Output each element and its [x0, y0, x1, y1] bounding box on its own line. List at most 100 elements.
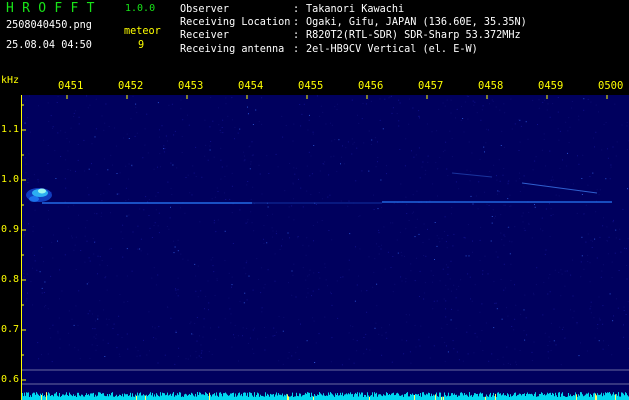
noise-speck: [520, 125, 522, 127]
noise-floor-bar: [627, 395, 628, 400]
noise-floor-bar: [374, 392, 375, 400]
noise-speck: [91, 163, 92, 165]
noise-speck: [468, 255, 470, 257]
noise-floor-bar: [203, 394, 204, 400]
noise-speck: [573, 310, 575, 312]
noise-floor-bar: [530, 394, 531, 400]
noise-speck: [71, 237, 73, 239]
noise-speck: [108, 183, 110, 185]
noise-speck: [560, 364, 562, 366]
noise-speck: [151, 237, 153, 238]
noise-speck: [271, 227, 273, 229]
noise-speck: [381, 327, 383, 329]
noise-speck: [442, 102, 444, 104]
noise-speck: [204, 119, 206, 121]
noise-speck: [422, 242, 424, 243]
noise-speck: [507, 183, 509, 185]
noise-floor-bar: [470, 395, 471, 400]
noise-speck: [412, 194, 414, 196]
noise-floor-bar: [222, 396, 223, 400]
noise-speck: [587, 233, 589, 235]
noise-floor-bar: [444, 392, 445, 400]
noise-speck: [58, 317, 60, 319]
noise-speck: [292, 183, 294, 185]
noise-speck: [180, 99, 182, 101]
noise-speck: [209, 145, 211, 147]
noise-speck: [497, 359, 499, 360]
noise-speck: [23, 270, 25, 272]
noise-speck: [350, 325, 352, 327]
noise-speck: [248, 113, 249, 115]
noise-speck: [465, 255, 467, 257]
noise-speck: [416, 190, 418, 192]
noise-floor-bar: [121, 396, 122, 400]
noise-speck: [451, 137, 453, 139]
noise-speck: [74, 244, 76, 246]
noise-speck: [208, 302, 210, 304]
noise-floor-bar: [162, 392, 163, 400]
noise-speck: [521, 215, 523, 217]
noise-floor-bar: [133, 396, 134, 400]
noise-speck: [41, 287, 43, 289]
noise-speck: [470, 195, 472, 197]
noise-floor-bar: [177, 393, 178, 400]
noise-floor-bar: [316, 396, 317, 400]
noise-speck: [618, 270, 620, 271]
noise-speck: [444, 105, 446, 107]
noise-speck: [406, 213, 408, 214]
noise-floor-bar: [115, 395, 116, 400]
noise-speck: [234, 324, 236, 326]
noise-speck: [32, 230, 34, 232]
noise-speck: [380, 248, 382, 250]
noise-speck: [365, 103, 367, 105]
noise-speck: [267, 269, 269, 271]
noise-floor-bar: [83, 396, 84, 400]
noise-speck: [287, 232, 289, 234]
noise-speck: [320, 105, 322, 107]
noise-speck: [447, 273, 449, 275]
noise-speck: [89, 260, 91, 262]
noise-speck: [126, 215, 128, 217]
noise-speck: [230, 322, 232, 324]
noise-speck: [83, 139, 85, 141]
noise-speck: [39, 271, 41, 273]
noise-floor-bar: [284, 394, 285, 400]
noise-floor-bar: [434, 395, 435, 400]
noise-floor-bar: [158, 395, 159, 400]
noise-speck: [621, 124, 623, 126]
noise-speck: [549, 203, 550, 205]
noise-speck: [70, 127, 72, 129]
noise-speck: [163, 145, 165, 147]
noise-floor-bar: [568, 393, 569, 400]
noise-speck: [514, 348, 516, 350]
noise-speck: [503, 168, 505, 169]
noise-speck: [476, 336, 478, 338]
noise-speck: [264, 349, 266, 351]
noise-floor-bar: [402, 394, 403, 400]
noise-speck: [217, 219, 219, 221]
noise-speck: [469, 180, 471, 182]
noise-speck: [441, 337, 443, 338]
noise-speck: [576, 322, 578, 324]
noise-speck: [187, 358, 189, 360]
noise-floor-bar: [550, 392, 551, 400]
noise-floor-bar: [376, 392, 377, 400]
noise-speck: [519, 141, 521, 143]
noise-floor-bar: [477, 393, 478, 400]
noise-floor-bar: [244, 392, 245, 400]
noise-speck: [379, 98, 381, 100]
noise-speck: [125, 200, 127, 201]
noise-speck: [96, 213, 98, 215]
noise-speck: [30, 281, 32, 283]
noise-speck: [506, 346, 508, 348]
noise-speck: [27, 178, 29, 180]
noise-speck: [308, 119, 310, 121]
noise-floor-bar: [558, 392, 559, 400]
noise-speck: [187, 259, 189, 261]
noise-floor-bar: [294, 396, 295, 400]
noise-floor-bar: [414, 395, 415, 400]
noise-floor-bar: [175, 395, 176, 400]
noise-speck: [188, 124, 190, 126]
noise-floor-bar: [437, 396, 438, 400]
noise-speck: [461, 106, 462, 108]
